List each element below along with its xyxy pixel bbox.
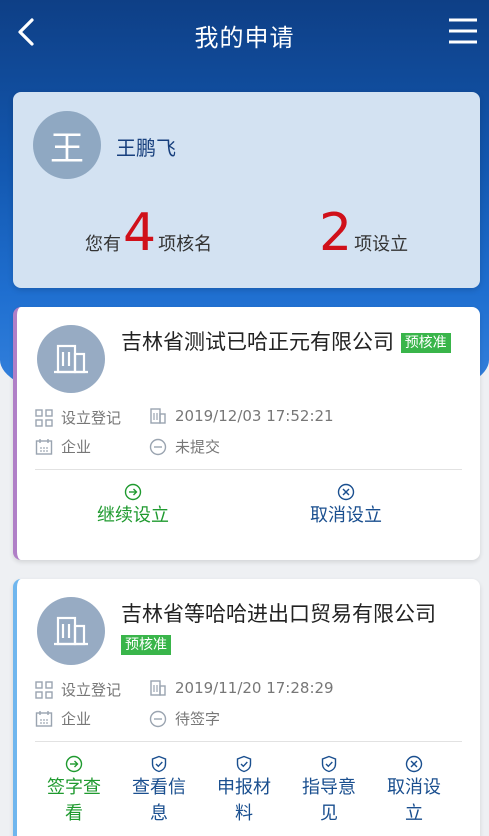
action-label: 指导意见 bbox=[302, 777, 356, 824]
building-small-icon bbox=[150, 680, 166, 696]
datetime-text: 2019/11/20 17:28:29 bbox=[175, 679, 334, 697]
registration-type: 设立登记 bbox=[35, 679, 121, 700]
submit-time: 2019/11/20 17:28:29 bbox=[149, 679, 334, 697]
sign-view-button[interactable]: 签字查看 bbox=[45, 755, 103, 827]
continue-setup-button[interactable]: 继续设立 bbox=[97, 483, 169, 529]
name-check-count[interactable]: 您有 4 项核名 bbox=[85, 203, 213, 263]
entity-category: 企业 bbox=[35, 708, 91, 729]
action-label: 申报材料 bbox=[217, 777, 271, 824]
establishment-count[interactable]: 2 项设立 bbox=[317, 203, 409, 263]
stat-prefix: 您有 bbox=[85, 234, 121, 255]
entity-category: 企业 bbox=[35, 436, 91, 457]
shield-check-icon bbox=[236, 755, 252, 773]
company-name: 吉林省测试已哈正元有限公司 预核准 bbox=[121, 327, 461, 357]
action-label: 签字查看 bbox=[47, 777, 101, 824]
building-icon bbox=[54, 344, 88, 374]
type-text: 设立登记 bbox=[61, 681, 122, 699]
user-summary-card: 王 王鹏飞 您有 4 项核名 2 项设立 bbox=[13, 92, 480, 288]
shield-check-icon bbox=[151, 755, 167, 773]
cancel-setup-button[interactable]: 取消设立 bbox=[385, 755, 443, 827]
submission-status: 待签字 bbox=[149, 708, 220, 729]
company-name: 吉林省等哈哈进出口贸易有限公司 预核准 bbox=[121, 599, 461, 659]
category-text: 企业 bbox=[61, 438, 92, 456]
filing-materials-button[interactable]: 申报材料 bbox=[215, 755, 273, 827]
user-name: 王鹏飞 bbox=[116, 136, 176, 160]
action-label: 继续设立 bbox=[97, 505, 169, 526]
view-info-button[interactable]: 查看信息 bbox=[130, 755, 188, 827]
divider bbox=[35, 741, 462, 742]
user-avatar: 王 bbox=[33, 111, 101, 179]
company-name-text: 吉林省测试已哈正元有限公司 bbox=[121, 330, 394, 354]
application-card[interactable]: 吉林省等哈哈进出口贸易有限公司 预核准 设立登记 2019/11/20 17:2… bbox=[13, 579, 480, 836]
shield-check-icon bbox=[321, 755, 337, 773]
category-text: 企业 bbox=[61, 710, 92, 728]
close-circle-icon bbox=[405, 755, 423, 773]
grid-icon bbox=[35, 408, 53, 427]
datetime-text: 2019/12/03 17:52:21 bbox=[175, 407, 334, 425]
building-avatar bbox=[37, 597, 105, 665]
type-text: 设立登记 bbox=[61, 409, 122, 427]
status-badge: 预核准 bbox=[121, 635, 171, 655]
status-text: 未提交 bbox=[175, 438, 221, 456]
action-label: 取消设立 bbox=[310, 505, 382, 526]
nav-bar: 我的申请 bbox=[0, 0, 489, 70]
arrow-right-circle-icon bbox=[124, 483, 142, 501]
stat-suffix: 项核名 bbox=[158, 234, 213, 255]
arrow-right-circle-icon bbox=[65, 755, 83, 773]
back-chevron-icon[interactable] bbox=[12, 14, 40, 50]
action-label: 查看信息 bbox=[132, 777, 186, 824]
building-icon bbox=[54, 616, 88, 646]
submission-status: 未提交 bbox=[149, 436, 220, 457]
building-small-icon bbox=[150, 408, 166, 424]
hamburger-menu-icon[interactable] bbox=[447, 16, 479, 46]
close-circle-icon bbox=[337, 483, 355, 501]
stat-suffix: 项设立 bbox=[354, 234, 409, 255]
calendar-icon bbox=[35, 710, 53, 727]
minus-circle-icon bbox=[149, 438, 167, 455]
establishment-number: 2 bbox=[319, 203, 353, 263]
page-title: 我的申请 bbox=[194, 23, 295, 52]
minus-circle-icon bbox=[149, 710, 167, 727]
cancel-setup-button[interactable]: 取消设立 bbox=[310, 483, 382, 529]
grid-icon bbox=[35, 680, 53, 699]
company-name-text: 吉林省等哈哈进出口贸易有限公司 bbox=[121, 602, 436, 626]
action-label: 取消设立 bbox=[387, 777, 441, 824]
calendar-icon bbox=[35, 438, 53, 455]
status-badge: 预核准 bbox=[400, 333, 451, 353]
divider bbox=[35, 469, 462, 470]
registration-type: 设立登记 bbox=[35, 407, 121, 428]
submit-time: 2019/12/03 17:52:21 bbox=[149, 407, 334, 425]
building-avatar bbox=[37, 325, 105, 393]
name-check-number: 4 bbox=[123, 203, 157, 263]
application-card[interactable]: 吉林省测试已哈正元有限公司 预核准 设立登记 2019/12/03 17:52:… bbox=[13, 307, 480, 560]
status-text: 待签字 bbox=[175, 710, 221, 728]
guidance-button[interactable]: 指导意见 bbox=[300, 755, 358, 827]
